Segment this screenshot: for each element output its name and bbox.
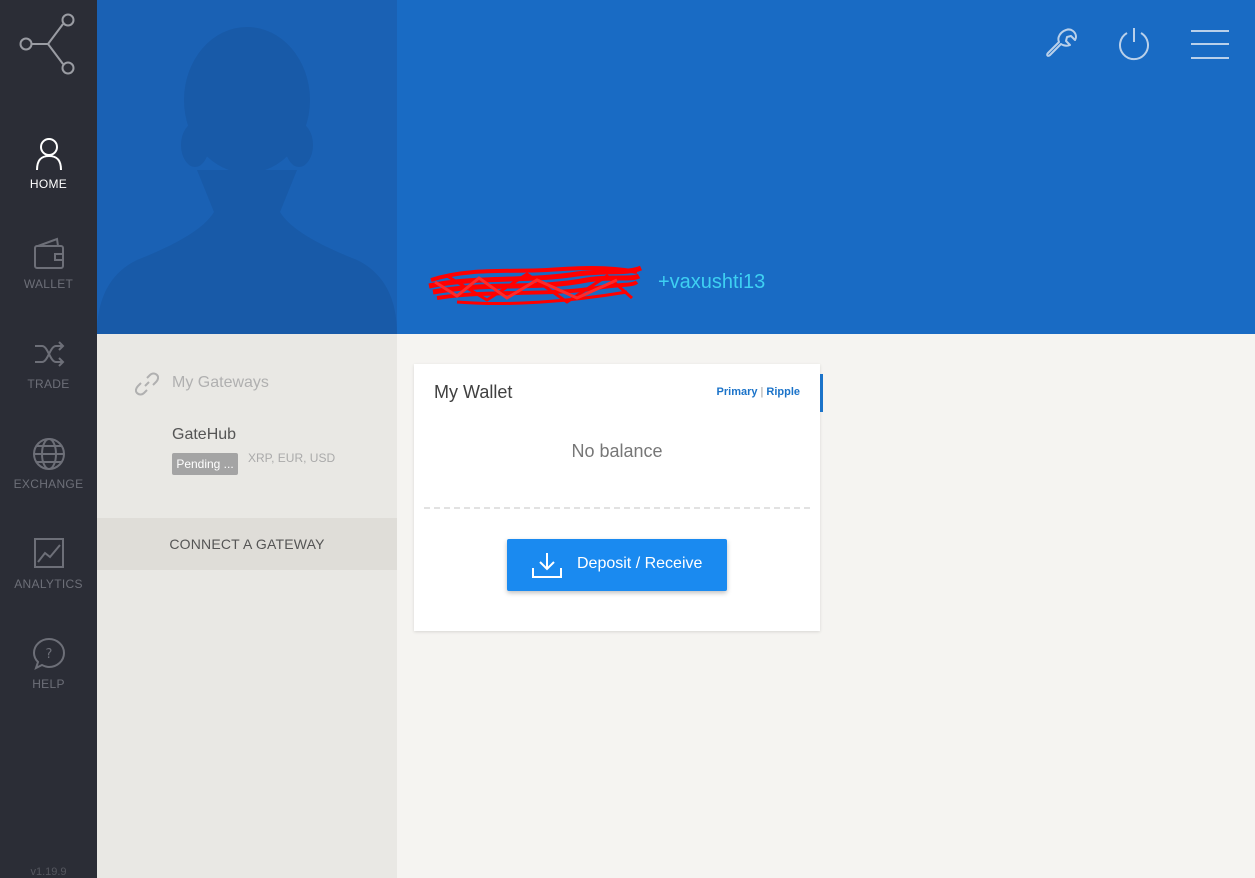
nav-analytics[interactable]: ANALYTICS xyxy=(0,537,97,617)
connect-gateway-button[interactable]: CONNECT A GATEWAY xyxy=(97,518,397,570)
wallet-icon xyxy=(33,237,64,269)
ripple-link[interactable]: Ripple xyxy=(766,386,800,398)
shuffle-icon xyxy=(34,341,64,367)
link-icon xyxy=(135,372,159,396)
globe-icon xyxy=(32,438,65,470)
avatar-silhouette xyxy=(97,27,397,334)
primary-link[interactable]: Primary xyxy=(717,386,758,398)
nav-exchange-label: EXCHANGE xyxy=(13,477,84,491)
avatar-panel xyxy=(97,0,397,334)
share-nodes-icon[interactable] xyxy=(16,12,78,78)
nav-trade[interactable]: TRADE xyxy=(0,337,97,417)
help-bubble-icon: ? xyxy=(32,637,65,670)
wallet-links: Primary | Ripple xyxy=(717,386,800,398)
gateway-currencies: XRP, EUR, USD xyxy=(248,451,336,465)
app-version: v1.19.9 xyxy=(30,866,67,878)
link-separator: | xyxy=(760,386,764,398)
nav-wallet-label: WALLET xyxy=(23,277,74,291)
card-accent-bar xyxy=(820,374,823,412)
nav-trade-label: TRADE xyxy=(27,377,70,391)
header: +vaxushti13 xyxy=(397,0,1255,334)
nav-help[interactable]: ? HELP xyxy=(0,637,97,717)
wrench-icon[interactable] xyxy=(1045,24,1079,64)
nav-exchange[interactable]: EXCHANGE xyxy=(0,437,97,517)
side-nav: HOME WALLET TRADE EXCHANGE ANALYTICS ? H… xyxy=(0,0,97,878)
nav-help-label: HELP xyxy=(32,677,65,691)
gateways-title: My Gateways xyxy=(172,374,269,391)
redaction-scribble xyxy=(428,265,642,306)
account-handle: +vaxushti13 xyxy=(658,271,766,293)
wallet-title: My Wallet xyxy=(434,382,513,402)
download-icon xyxy=(532,553,562,578)
power-icon[interactable] xyxy=(1117,24,1151,64)
deposit-label: Deposit / Receive xyxy=(577,555,703,572)
svg-text:?: ? xyxy=(45,647,52,662)
dashed-divider xyxy=(424,507,810,509)
nav-home-label: HOME xyxy=(29,177,68,191)
gateway-name[interactable]: GateHub xyxy=(172,426,236,444)
nav-home[interactable]: HOME xyxy=(0,137,97,217)
user-icon xyxy=(35,138,62,171)
nav-analytics-label: ANALYTICS xyxy=(14,577,83,591)
gateways-panel: My Gateways GateHub Pending ... XRP, EUR… xyxy=(97,334,397,878)
nav-wallet[interactable]: WALLET xyxy=(0,237,97,317)
deposit-receive-button[interactable]: Deposit / Receive xyxy=(507,539,727,591)
balance-text: No balance xyxy=(571,441,663,461)
wallet-card: My Wallet Primary | Ripple No balance Depo… xyxy=(414,364,823,631)
chart-icon xyxy=(33,538,64,568)
menu-icon[interactable] xyxy=(1191,24,1229,64)
gateway-status-badge: Pending ... xyxy=(172,453,238,475)
